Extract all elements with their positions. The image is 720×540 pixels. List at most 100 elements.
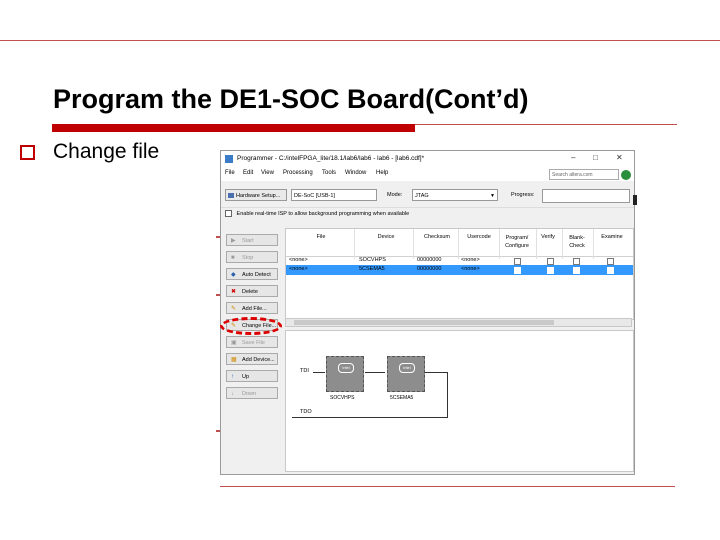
- menu-view[interactable]: View: [261, 170, 274, 176]
- column-header-device[interactable]: Device: [366, 234, 406, 240]
- menu-processing[interactable]: Processing: [283, 170, 313, 176]
- auto-detect-label: Auto Detect: [242, 272, 271, 278]
- auto-detect-button[interactable]: ◆ Auto Detect: [226, 268, 278, 280]
- top-rule: [0, 40, 720, 41]
- examine-checkbox[interactable]: [607, 267, 614, 274]
- realtime-isp-checkbox[interactable]: [225, 210, 232, 217]
- device-table: File Device Checksum Usercode Program/ C…: [285, 228, 634, 320]
- close-icon[interactable]: ✕: [616, 153, 623, 162]
- program-checkbox[interactable]: [514, 267, 521, 274]
- bullet-square-icon: [20, 145, 35, 160]
- chip-5csema5[interactable]: intel: [387, 356, 425, 392]
- edge-mark: [216, 236, 220, 238]
- progress-bar: [542, 189, 630, 203]
- delete-label: Delete: [242, 289, 258, 295]
- down-label: Down: [242, 391, 257, 397]
- column-separator: [413, 229, 414, 259]
- intel-logo: intel: [399, 363, 415, 373]
- realtime-isp-label: Enable real-time ISP to allow background…: [236, 210, 410, 217]
- chip-label: SOCVHPS: [330, 395, 355, 401]
- auto-detect-icon: ◆: [231, 272, 236, 278]
- chip-socvhps[interactable]: intel: [326, 356, 364, 392]
- add-device-button[interactable]: ▦ Add Device...: [226, 353, 278, 365]
- row-device: SOCVHPS: [359, 257, 386, 263]
- table-row[interactable]: [286, 256, 633, 265]
- bullet-text: Change file: [53, 140, 160, 163]
- menu-help[interactable]: Help: [376, 170, 388, 176]
- maximize-icon[interactable]: □: [593, 153, 598, 162]
- realtime-isp-row[interactable]: Enable real-time ISP to allow background…: [225, 210, 409, 217]
- stop-label: Stop: [242, 255, 254, 261]
- column-separator: [536, 229, 537, 259]
- title-accent-bar: [52, 124, 415, 132]
- up-arrow-icon: ↑: [231, 374, 234, 380]
- down-button[interactable]: ↓ Down: [226, 387, 278, 399]
- column-separator: [354, 229, 355, 259]
- delete-button[interactable]: ✖ Delete: [226, 285, 278, 297]
- column-header-file[interactable]: File: [306, 234, 336, 240]
- delete-x-icon: ✖: [231, 289, 237, 295]
- column-separator: [458, 229, 459, 259]
- row-device: 5CSEMA5: [359, 266, 385, 272]
- chip-label: 5CSEMA5: [390, 395, 414, 401]
- hardware-field: DE-SoC [USB-1]: [291, 189, 377, 201]
- bottom-rule: [220, 486, 675, 487]
- save-file-button[interactable]: ▣ Save File: [226, 336, 278, 348]
- menu-window[interactable]: Window: [345, 170, 366, 176]
- column-header-verify[interactable]: Verify: [536, 234, 560, 240]
- mode-select[interactable]: JTAG ▼: [412, 189, 498, 201]
- menu-edit[interactable]: Edit: [243, 170, 253, 176]
- add-file-button[interactable]: ✎ Add File...: [226, 302, 278, 314]
- column-header-program[interactable]: Program/ Configure: [500, 234, 534, 250]
- verify-checkbox[interactable]: [547, 267, 554, 274]
- add-file-label: Add File...: [242, 306, 267, 312]
- row-usercode: <none>: [461, 257, 480, 263]
- up-button[interactable]: ↑ Up: [226, 370, 278, 382]
- column-header-usercode[interactable]: Usercode: [458, 234, 500, 240]
- highlight-ellipse: [220, 317, 282, 335]
- search-input[interactable]: Search altera.com: [549, 169, 619, 180]
- tdo-label: TDO: [300, 409, 312, 415]
- window-title: Programmer - C:/intelFPGA_lite/18.1/lab6…: [237, 155, 425, 162]
- hardware-icon: [228, 193, 234, 198]
- jtag-chain-diagram: TDI TDO intel intel SOCVHPS 5CSEMA5: [285, 330, 634, 472]
- minimize-icon[interactable]: –: [571, 153, 575, 162]
- save-file-icon: ▣: [231, 340, 237, 346]
- add-file-icon: ✎: [231, 306, 237, 312]
- scrollbar-thumb[interactable]: [294, 320, 554, 325]
- tdi-label: TDI: [300, 368, 309, 374]
- stop-button[interactable]: ■ Stop: [226, 251, 278, 263]
- verify-checkbox[interactable]: [547, 258, 554, 265]
- column-separator: [593, 229, 594, 259]
- programmer-app-icon: [225, 155, 233, 163]
- row-file: <none>: [289, 266, 308, 272]
- horizontal-scrollbar[interactable]: [285, 318, 632, 327]
- tdo-wire: [292, 417, 448, 418]
- examine-checkbox[interactable]: [607, 258, 614, 265]
- hardware-setup-button[interactable]: Hardware Setup...: [225, 189, 287, 201]
- blank-check-checkbox[interactable]: [573, 258, 580, 265]
- edge-mark: [216, 294, 220, 296]
- menu-tools[interactable]: Tools: [322, 170, 336, 176]
- chevron-down-icon: ▼: [490, 193, 495, 199]
- blank-check-checkbox[interactable]: [573, 267, 580, 274]
- column-header-checksum[interactable]: Checksum: [414, 234, 460, 240]
- program-checkbox[interactable]: [514, 258, 521, 265]
- start-button[interactable]: ▶ Start: [226, 234, 278, 246]
- column-header-blank-check[interactable]: Blank- Check: [562, 234, 592, 250]
- progress-label: Progress:: [511, 192, 535, 198]
- hardware-setup-label: Hardware Setup...: [236, 193, 281, 199]
- intel-logo: intel: [338, 363, 354, 373]
- edge-mark: [633, 195, 637, 205]
- stop-icon: ■: [231, 255, 235, 261]
- table-row-selected[interactable]: [286, 265, 633, 275]
- column-header-examine[interactable]: Examine: [594, 234, 630, 240]
- up-label: Up: [242, 374, 250, 380]
- add-device-icon: ▦: [231, 357, 237, 363]
- start-icon: ▶: [231, 238, 236, 244]
- menu-file[interactable]: File: [225, 170, 235, 176]
- column-separator: [562, 229, 563, 259]
- down-arrow-icon: ↓: [231, 391, 234, 397]
- help-globe-icon[interactable]: [621, 170, 631, 180]
- row-usercode: <none>: [461, 266, 480, 272]
